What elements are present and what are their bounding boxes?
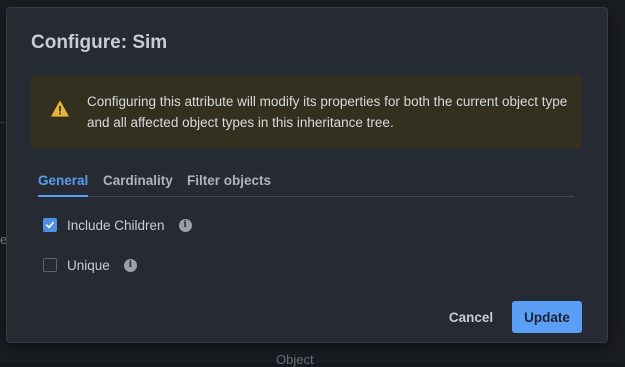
warning-triangle-icon	[51, 100, 69, 117]
info-icon[interactable]: i	[178, 218, 192, 232]
tab-filter-objects[interactable]: Filter objects	[187, 173, 271, 195]
warning-callout: Configuring this attribute will modify i…	[31, 75, 582, 148]
configure-dialog: Configure: Sim Configuring this attribut…	[6, 7, 608, 343]
dialog-title: Configure: Sim	[31, 32, 168, 53]
unique-checkbox[interactable]	[43, 258, 57, 272]
unique-option: Unique i	[43, 256, 137, 274]
checkmark-icon	[45, 221, 55, 229]
unique-label: Unique	[67, 257, 110, 273]
cancel-button[interactable]: Cancel	[437, 301, 505, 333]
update-button[interactable]: Update	[512, 301, 582, 333]
include-children-label: Include Children	[67, 217, 165, 233]
include-children-option: Include Children i	[43, 216, 192, 234]
tab-general[interactable]: General	[38, 173, 89, 197]
background-object-label: Object	[276, 352, 314, 367]
tab-cardinality[interactable]: Cardinality	[103, 173, 173, 195]
tab-bar: General Cardinality Filter objects	[38, 171, 574, 197]
warning-message: Configuring this attribute will modify i…	[87, 94, 568, 130]
info-icon[interactable]: i	[123, 258, 137, 272]
include-children-checkbox[interactable]	[43, 218, 57, 232]
